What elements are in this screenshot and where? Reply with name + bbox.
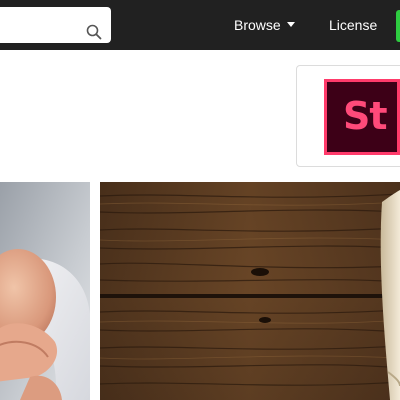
nav-action-button[interactable] xyxy=(396,10,400,42)
search-input[interactable] xyxy=(0,7,80,43)
search-icon[interactable] xyxy=(86,24,102,40)
gallery-photo-wood[interactable] xyxy=(100,182,400,400)
adobe-stock-logo: St xyxy=(324,79,400,155)
logo-text: St xyxy=(343,94,388,138)
top-navbar: Browse License xyxy=(0,0,400,50)
wood-planks-image xyxy=(100,182,400,400)
baby-photo-image xyxy=(0,182,90,400)
nav-license-link[interactable]: License xyxy=(329,16,377,34)
gallery-photo-baby[interactable] xyxy=(0,182,90,400)
nav-browse-link[interactable]: Browse xyxy=(234,16,281,34)
promo-card[interactable]: St xyxy=(296,65,400,167)
chevron-down-icon[interactable] xyxy=(287,22,295,27)
search-box xyxy=(0,7,111,43)
